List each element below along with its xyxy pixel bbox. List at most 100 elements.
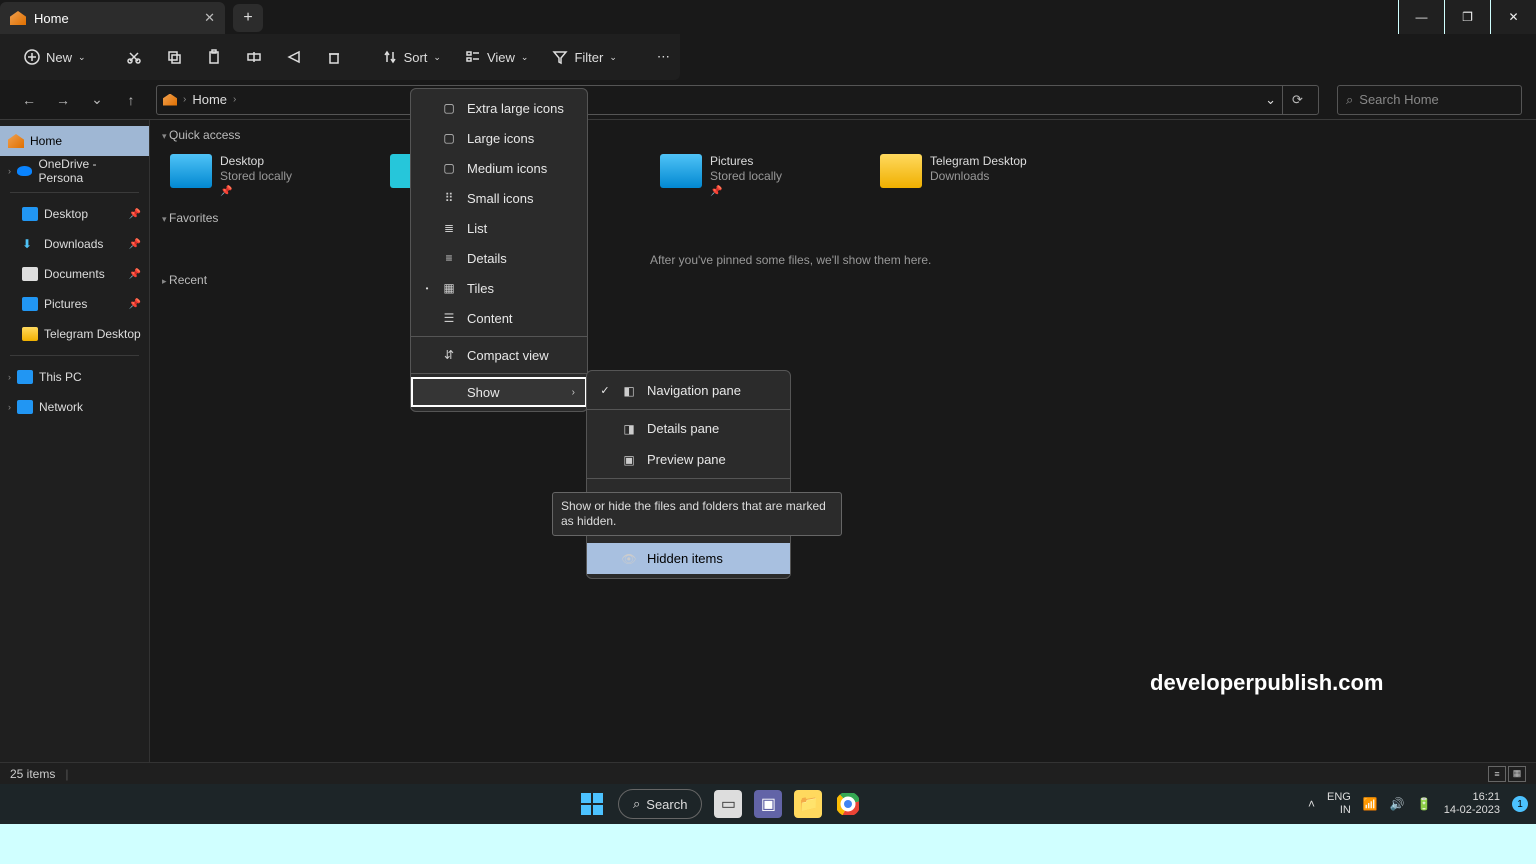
view-option-content[interactable]: ☰Content — [411, 303, 587, 333]
file-explorer-taskbar[interactable]: 📁 — [794, 790, 822, 818]
filter-button[interactable]: Filter ⌄ — [542, 40, 626, 74]
delete-button[interactable] — [316, 40, 352, 74]
sidebar-item-thispc[interactable]: › This PC — [0, 362, 149, 392]
network-icon — [17, 400, 33, 414]
sidebar-item-downloads[interactable]: ⬇ Downloads 📌 — [0, 229, 149, 259]
sidebar-item-desktop[interactable]: Desktop 📌 — [0, 199, 149, 229]
cut-icon — [126, 49, 142, 65]
view-option-list[interactable]: ≣List — [411, 213, 587, 243]
sidebar-item-network[interactable]: › Network — [0, 392, 149, 422]
window-tab-home[interactable]: Home ✕ — [0, 2, 225, 34]
tab-close-icon[interactable]: ✕ — [204, 10, 215, 26]
more-button[interactable]: ⋯ — [647, 40, 680, 74]
sort-button[interactable]: Sort ⌄ — [372, 40, 451, 74]
pin-icon: 📌 — [129, 239, 141, 250]
new-button[interactable]: New ⌄ — [14, 40, 96, 74]
search-box[interactable]: ⌕ Search Home — [1337, 85, 1522, 115]
start-button[interactable] — [578, 790, 606, 818]
tab-title: Home — [34, 11, 69, 26]
battery-icon[interactable]: 🔋 — [1417, 797, 1432, 811]
sidebar-item-telegram[interactable]: Telegram Desktop — [0, 319, 149, 349]
desktop-icon — [22, 207, 38, 221]
layout-icon: ▢ — [441, 131, 457, 145]
quick-item-telegram[interactable]: Telegram Desktop Downloads — [880, 154, 1080, 199]
sidebar-item-home[interactable]: Home — [0, 126, 149, 156]
sidebar-item-onedrive[interactable]: › OneDrive - Persona — [0, 156, 149, 186]
quick-item-desktop[interactable]: Desktop Stored locally 📌 — [170, 154, 370, 199]
language-indicator[interactable]: ENG IN — [1327, 791, 1351, 817]
share-button[interactable] — [276, 40, 312, 74]
layout-icon: ▢ — [441, 101, 457, 115]
task-view-button[interactable]: ▭ — [714, 790, 742, 818]
show-details-pane[interactable]: ◨Details pane — [587, 413, 790, 444]
back-button[interactable]: ← — [14, 85, 44, 115]
tiles-view-button[interactable]: ▦ — [1508, 766, 1526, 782]
chevron-right-icon: › — [233, 94, 236, 105]
wifi-icon[interactable]: 📶 — [1363, 797, 1378, 811]
eye-icon: 👁 — [621, 552, 637, 566]
close-window-button[interactable]: ✕ — [1490, 0, 1536, 34]
recent-locations-button[interactable]: ⌄ — [82, 85, 112, 115]
view-option-details[interactable]: ≡Details — [411, 243, 587, 273]
folder-icon — [880, 154, 922, 188]
show-hidden-items[interactable]: 👁Hidden items — [587, 543, 790, 574]
paste-button[interactable] — [196, 40, 232, 74]
folder-icon — [22, 327, 38, 341]
status-bar: 25 items | ≡ ▦ — [0, 762, 1536, 784]
forward-button[interactable]: → — [48, 85, 78, 115]
panel-icon: ◧ — [621, 384, 637, 398]
view-option-show[interactable]: Show› — [411, 377, 587, 407]
breadcrumb-home[interactable]: Home — [192, 92, 227, 107]
paste-icon — [206, 49, 222, 65]
sort-icon — [382, 49, 398, 65]
address-dropdown-icon[interactable]: ⌄ — [1265, 92, 1276, 108]
maximize-button[interactable]: ❐ — [1444, 0, 1490, 34]
details-view-button[interactable]: ≡ — [1488, 766, 1506, 782]
title-bar: Home ✕ + — ❐ ✕ — [0, 0, 1536, 34]
section-favorites[interactable]: Favorites — [150, 203, 1536, 233]
copy-icon — [166, 49, 182, 65]
taskbar-search[interactable]: ⌕ Search — [618, 789, 702, 819]
sidebar-item-documents[interactable]: Documents 📌 — [0, 259, 149, 289]
chat-button[interactable]: ▣ — [754, 790, 782, 818]
sidebar-item-pictures[interactable]: Pictures 📌 — [0, 289, 149, 319]
view-option-small[interactable]: ⠿Small icons — [411, 183, 587, 213]
layout-icon: ⠿ — [441, 191, 457, 205]
volume-icon[interactable]: 🔊 — [1390, 797, 1405, 811]
view-option-tiles[interactable]: •▦Tiles — [411, 273, 587, 303]
clock[interactable]: 16:21 14-02-2023 — [1444, 791, 1500, 817]
copy-button[interactable] — [156, 40, 192, 74]
view-option-large[interactable]: ▢Large icons — [411, 123, 587, 153]
notification-badge[interactable]: 1 — [1512, 796, 1528, 812]
up-button[interactable]: ↑ — [116, 85, 146, 115]
section-quick-access[interactable]: Quick access — [150, 120, 1536, 150]
chevron-right-icon: › — [183, 94, 186, 105]
refresh-button[interactable]: ⟳ — [1282, 85, 1312, 115]
view-option-extra-large[interactable]: ▢Extra large icons — [411, 93, 587, 123]
pictures-icon — [22, 297, 38, 311]
view-option-medium[interactable]: ▢Medium icons — [411, 153, 587, 183]
cut-button[interactable] — [116, 40, 152, 74]
section-recent[interactable]: Recent — [150, 267, 1536, 293]
chrome-taskbar[interactable] — [834, 790, 862, 818]
chevron-right-icon: › — [8, 402, 11, 412]
quick-item-pictures[interactable]: Pictures Stored locally 📌 — [660, 154, 860, 199]
navigation-pane: Home › OneDrive - Persona Desktop 📌 ⬇ Do… — [0, 120, 150, 762]
folder-icon — [660, 154, 702, 188]
layout-icon: ▢ — [441, 161, 457, 175]
minimize-button[interactable]: — — [1398, 0, 1444, 34]
tray-expand-button[interactable]: ˄ — [1308, 797, 1315, 811]
view-button[interactable]: View ⌄ — [455, 40, 539, 74]
rename-icon — [246, 49, 262, 65]
new-tab-button[interactable]: + — [233, 4, 263, 32]
pin-icon: 📌 — [220, 184, 292, 199]
show-navigation-pane[interactable]: ✓◧Navigation pane — [587, 375, 790, 406]
view-option-compact[interactable]: ⇵Compact view — [411, 340, 587, 370]
document-icon — [22, 267, 38, 281]
address-bar[interactable]: › Home › ⌄ ⟳ — [156, 85, 1319, 115]
plus-circle-icon — [24, 49, 40, 65]
rename-button[interactable] — [236, 40, 272, 74]
content-pane: Quick access Desktop Stored locally 📌 Do… — [150, 120, 1536, 762]
show-preview-pane[interactable]: ▣Preview pane — [587, 444, 790, 475]
pin-icon: 📌 — [129, 209, 141, 220]
